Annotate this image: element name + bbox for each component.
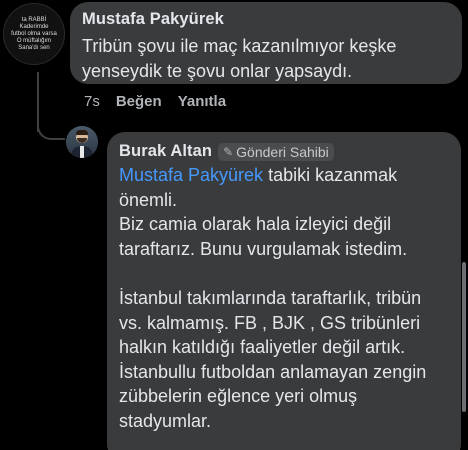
- comment-bubble: Mustafa Pakyürek Tribün şovu ile maç kaz…: [70, 2, 462, 84]
- author-badge: ✎ Gönderi Sahibi: [218, 142, 334, 161]
- reply-author-avatar[interactable]: [66, 126, 98, 158]
- comment-timestamp[interactable]: 7s: [84, 93, 100, 110]
- badge-label: Gönderi Sahibi: [236, 143, 329, 160]
- avatar-text-line: Kaderimde: [19, 23, 49, 30]
- comment-actions: 7s Beğen Yanıtla: [84, 93, 226, 110]
- scrollbar[interactable]: [462, 262, 466, 412]
- reply-header: Burak Altan ✎ Gönderi Sahibi: [119, 142, 449, 161]
- reply-author-name[interactable]: Burak Altan: [119, 142, 212, 161]
- reply-paragraph: Mustafa Pakyürek tabiki kazanmak önemli.: [119, 163, 449, 212]
- reply-button[interactable]: Yanıtla: [178, 93, 226, 110]
- comment-thread: ta RABBİ Kaderimde futbol olma varsa O m…: [0, 0, 468, 450]
- reply-text: Mustafa Pakyürek tabiki kazanmak önemli.…: [119, 163, 449, 434]
- avatar-text-line: futbol olma varsa: [11, 30, 57, 37]
- reply-paragraph: Biz camia olarak hala izleyici değil tar…: [119, 214, 408, 259]
- comment-text: Tribün şovu ile maç kazanılmıyor keşke y…: [82, 36, 397, 81]
- comment-author-name[interactable]: Mustafa Pakyürek: [82, 10, 450, 29]
- avatar-text-line: O müftalığım: [16, 37, 52, 44]
- like-button[interactable]: Beğen: [116, 93, 162, 110]
- reply-bubble: Burak Altan ✎ Gönderi Sahibi Mustafa Pak…: [107, 132, 461, 450]
- thread-connector-curve: [37, 112, 65, 140]
- reply-paragraph: İstanbullu futboldan anlamayan zengin zü…: [119, 361, 427, 431]
- avatar-text-line: Sana'dı sen: [18, 44, 50, 51]
- avatar-text-line: ta RABBİ: [21, 16, 47, 23]
- reply-paragraph: İstanbul takımlarında taraftarlık, tribü…: [119, 287, 422, 358]
- pencil-icon: ✎: [223, 144, 234, 159]
- mention-link[interactable]: Mustafa Pakyürek: [119, 165, 263, 185]
- commenter-avatar[interactable]: ta RABBİ Kaderimde futbol olma varsa O m…: [3, 3, 65, 65]
